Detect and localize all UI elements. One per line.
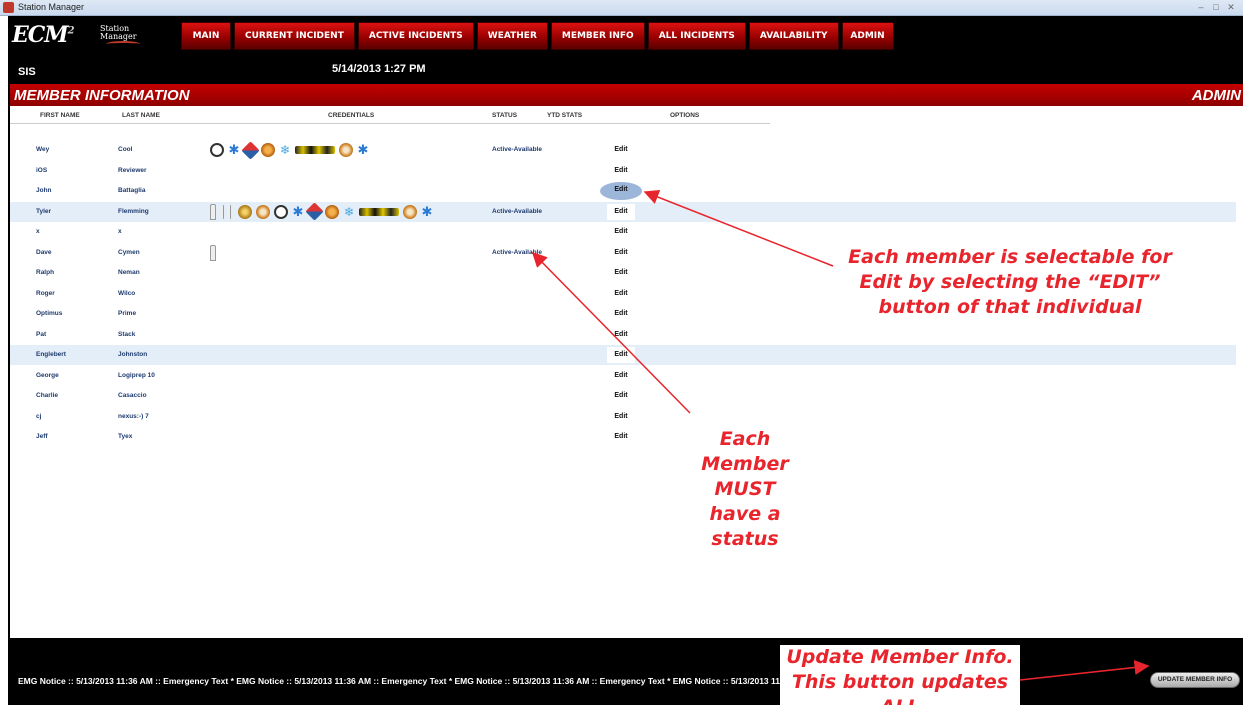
arrow-to-edit	[643, 189, 834, 267]
arrow-to-status	[531, 251, 691, 414]
annotation-arrows	[531, 189, 1150, 681]
arrow-to-update	[1019, 660, 1150, 681]
